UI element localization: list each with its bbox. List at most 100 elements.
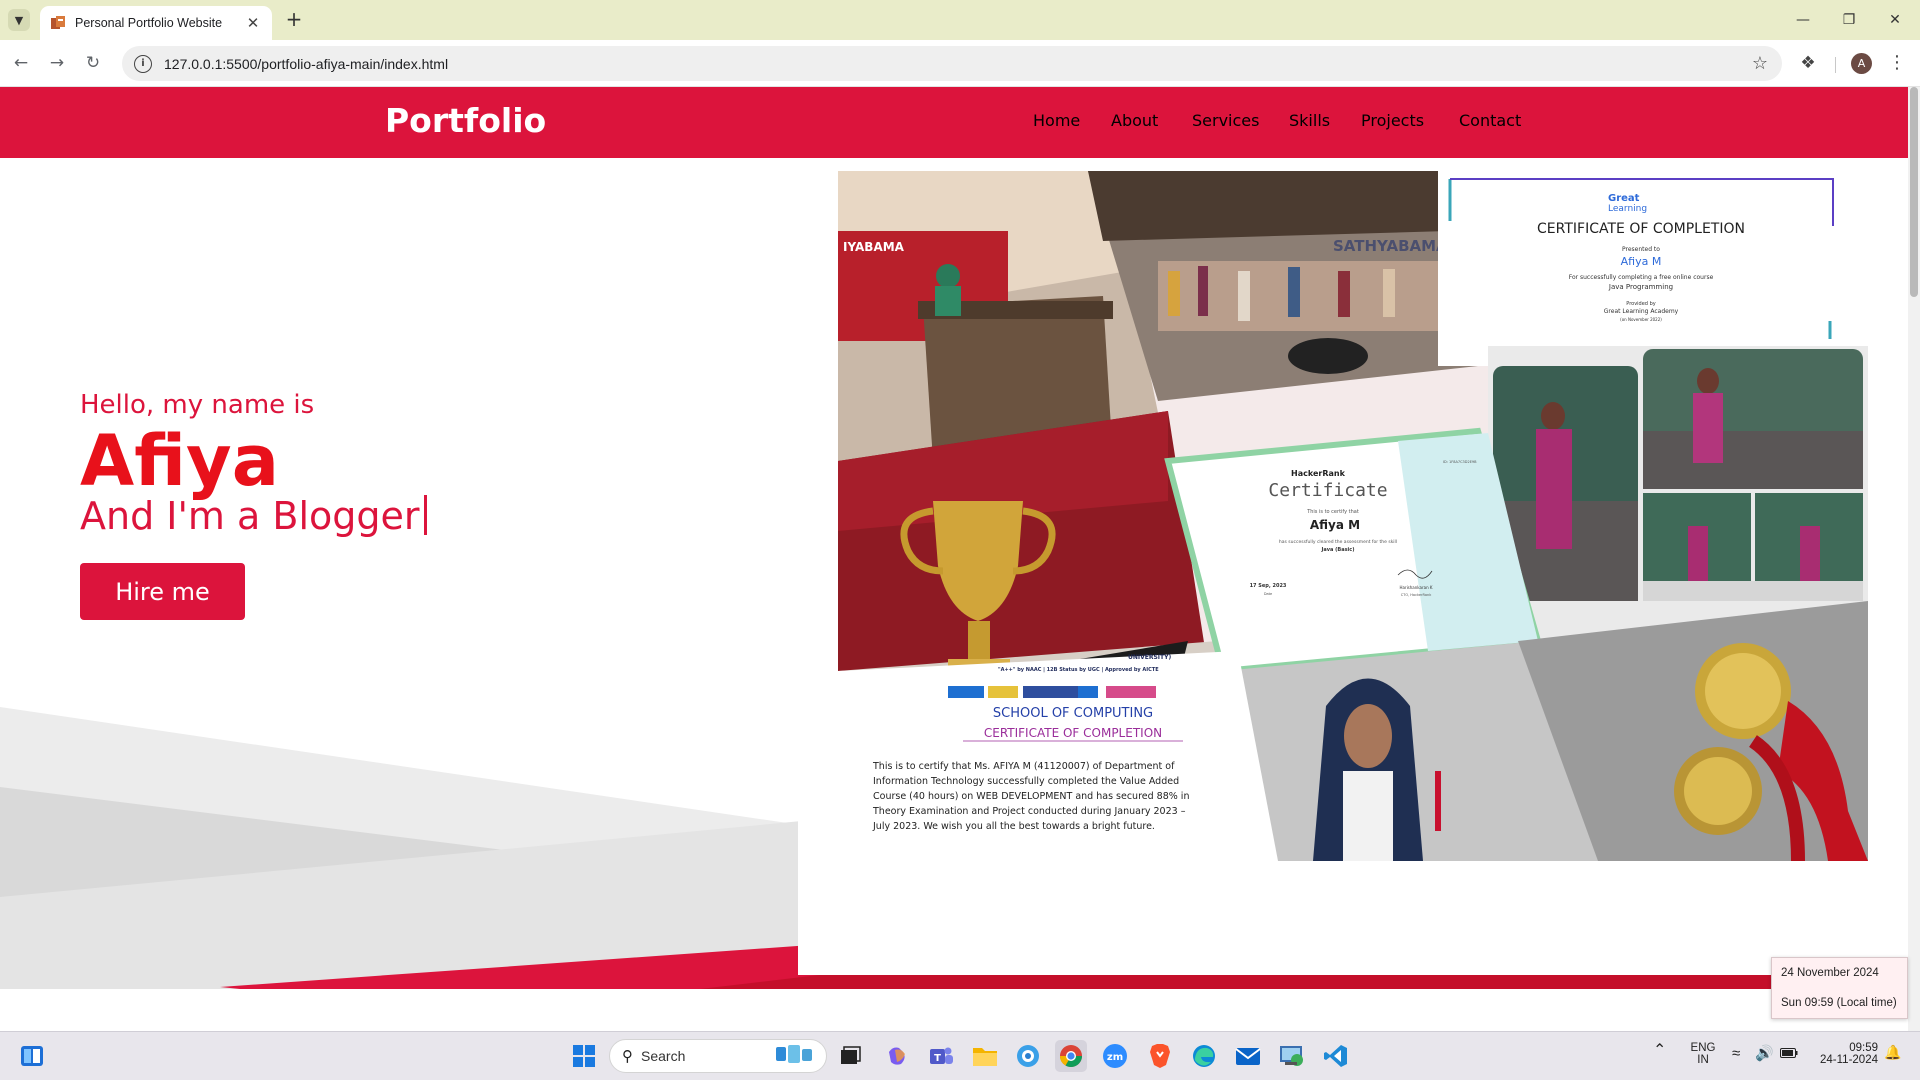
gl-title: CERTIFICATE OF COMPLETION — [1537, 221, 1745, 237]
browser-toolbar: ← → ↻ i 127.0.0.1:5500/portfolio-afiya-m… — [0, 40, 1920, 87]
svg-text:zm: zm — [1107, 1052, 1123, 1063]
sc-header1: UNIVERSITY) — [1128, 654, 1171, 661]
minimize-icon[interactable]: — — [1780, 8, 1826, 32]
sc-header2: "A++" by NAAC | 12B Status by UGC | Appr… — [998, 667, 1159, 673]
windows-taskbar: ⚲ Search T zm ⌃ ENG IN ≈ 🔊 09:59 24-11-2… — [0, 1031, 1920, 1080]
clock-tooltip: 24 November 2024 Sun 09:59 (Local time) — [1771, 957, 1908, 1019]
vscode-icon[interactable] — [1320, 1040, 1352, 1072]
wifi-icon[interactable]: ≈ — [1732, 1045, 1740, 1062]
profile-avatar[interactable]: A — [1851, 53, 1872, 74]
sc-title: CERTIFICATE OF COMPLETION — [984, 726, 1162, 740]
url-text[interactable]: 127.0.0.1:5500/portfolio-afiya-main/inde… — [164, 56, 1752, 72]
clock-date: 24-11-2024 — [1820, 1054, 1878, 1066]
language-code: ENG — [1690, 1042, 1716, 1054]
edge-icon[interactable] — [1188, 1040, 1220, 1072]
hr-date: 17 Sep, 2023 — [1250, 583, 1287, 589]
forward-arrow-icon[interactable]: → — [44, 50, 70, 76]
great-learning-certificate — [1438, 171, 1868, 366]
page-viewport: Portfolio Home About Services Skills Pro… — [0, 87, 1920, 1031]
nav-contact[interactable]: Contact — [1459, 111, 1521, 130]
audience-banner-text: SATHYABAMA — [1333, 237, 1448, 255]
hero-collage-image: IYABAMA SATHYABAMA Great Learning CERTIF… — [838, 171, 1868, 861]
hr-name: Afiya M — [1310, 518, 1360, 532]
nav-about[interactable]: About — [1111, 111, 1158, 130]
sc-body-line5: July 2023. We wish you all the best towa… — [872, 821, 1155, 832]
hr-skill: Java (Basic) — [1320, 547, 1354, 553]
back-arrow-icon[interactable]: ← — [8, 50, 34, 76]
hr-cert-id: ID: 1F8A7C3D2E9B — [1443, 460, 1477, 464]
tray-overflow-chevron-icon[interactable]: ⌃ — [1653, 1040, 1666, 1060]
gl-line1: For successfully completing a free onlin… — [1569, 274, 1714, 281]
gl-brand-line2: Learning — [1608, 204, 1647, 214]
language-indicator[interactable]: ENG IN — [1688, 1042, 1718, 1066]
sc-body-line1: This is to certify that Ms. AFIYA M (411… — [872, 761, 1175, 772]
nav-skills[interactable]: Skills — [1289, 111, 1330, 130]
gl-provided: Provided by — [1626, 301, 1655, 307]
restore-icon[interactable]: ❐ — [1826, 8, 1872, 32]
site-info-icon[interactable]: i — [134, 54, 152, 73]
start-windows-icon[interactable] — [568, 1040, 600, 1072]
site-favicon-icon — [50, 15, 66, 31]
nav-home[interactable]: Home — [1033, 111, 1080, 130]
battery-icon[interactable] — [1780, 1048, 1798, 1061]
gl-academy: Great Learning Academy — [1604, 308, 1679, 315]
chrome-icon[interactable] — [1055, 1040, 1087, 1072]
browser-tabstrip: ▼ Personal Portfolio Website ✕ + — ❐ ✕ — [0, 0, 1920, 40]
scrollbar-thumb[interactable] — [1910, 87, 1918, 297]
teams-icon[interactable]: T — [925, 1040, 957, 1072]
tooltip-local-time: Sun 09:59 (Local time) — [1781, 997, 1897, 1009]
hr-date-label: Date — [1264, 592, 1272, 596]
site-logo[interactable]: Portfolio — [385, 101, 546, 140]
search-label: Search — [641, 1048, 686, 1064]
extensions-puzzle-icon[interactable]: ❖ — [1795, 50, 1821, 76]
site-navbar: Portfolio Home About Services Skills Pro… — [0, 87, 1908, 158]
hire-me-button[interactable]: Hire me — [80, 563, 245, 620]
new-tab-plus-icon[interactable]: + — [282, 8, 306, 32]
taskbar-search-box[interactable]: ⚲ Search — [609, 1039, 827, 1073]
gl-brand: Great — [1608, 193, 1640, 204]
nav-projects[interactable]: Projects — [1361, 111, 1424, 130]
hero-role-line: And I'm a Blogger — [80, 494, 427, 538]
reload-icon[interactable]: ↻ — [80, 50, 106, 76]
nav-services[interactable]: Services — [1192, 111, 1259, 130]
search-icon: ⚲ — [622, 1047, 633, 1065]
hr-signer-role: CTO, HackerRank — [1401, 593, 1432, 597]
widgets-icon[interactable] — [16, 1040, 48, 1072]
edge-copilot-app-icon[interactable] — [1012, 1040, 1044, 1072]
hr-line: has successfully cleared the assessment … — [1279, 539, 1397, 545]
page-scrollbar[interactable] — [1908, 87, 1920, 1031]
sc-body-line4: Theory Examination and Project conducted… — [872, 806, 1186, 817]
address-bar[interactable]: i 127.0.0.1:5500/portfolio-afiya-main/in… — [122, 46, 1782, 81]
tab-search-chevron-icon[interactable]: ▼ — [8, 9, 30, 31]
browser-menu-icon[interactable]: ⋮ — [1885, 50, 1909, 76]
hero-text-block: Hello, my name is Afiya And I'm a Blogge… — [80, 390, 427, 620]
task-view-icon[interactable] — [834, 1040, 866, 1072]
svg-text:T: T — [934, 1053, 941, 1064]
sc-school: SCHOOL OF COMPUTING — [993, 706, 1153, 721]
hr-brand: HackerRank — [1291, 469, 1346, 478]
active-tab[interactable]: Personal Portfolio Website ✕ — [40, 6, 272, 40]
hero-role-typed: Blogger — [272, 494, 420, 538]
gl-course: Java Programming — [1608, 283, 1673, 291]
hr-certify: This is to certify that — [1306, 509, 1359, 515]
volume-icon[interactable]: 🔊 — [1755, 1044, 1774, 1062]
hero-name: Afiya — [80, 420, 279, 502]
window-close-icon[interactable]: ✕ — [1872, 8, 1918, 32]
hr-signer: Harishankaran K — [1399, 585, 1432, 590]
file-explorer-icon[interactable] — [969, 1040, 1001, 1072]
typing-cursor — [423, 495, 427, 535]
brave-icon[interactable] — [1144, 1040, 1176, 1072]
hero-role-prefix: And I'm a — [80, 494, 273, 538]
language-region: IN — [1697, 1054, 1709, 1066]
stage-banner-text: IYABAMA — [843, 240, 905, 254]
copilot-icon[interactable] — [881, 1040, 913, 1072]
mail-icon[interactable] — [1232, 1040, 1264, 1072]
hr-title: Certificate — [1268, 480, 1387, 501]
tab-close-icon[interactable]: ✕ — [244, 14, 262, 32]
notification-bell-icon[interactable]: 🔔 — [1884, 1044, 1901, 1061]
bookmark-star-icon[interactable]: ☆ — [1752, 53, 1768, 74]
zoom-icon[interactable]: zm — [1099, 1040, 1131, 1072]
system-clock[interactable]: 09:59 24-11-2024 — [1806, 1042, 1878, 1066]
sc-body-line2: Information Technology successfully comp… — [873, 776, 1179, 787]
control-panel-icon[interactable] — [1276, 1040, 1308, 1072]
